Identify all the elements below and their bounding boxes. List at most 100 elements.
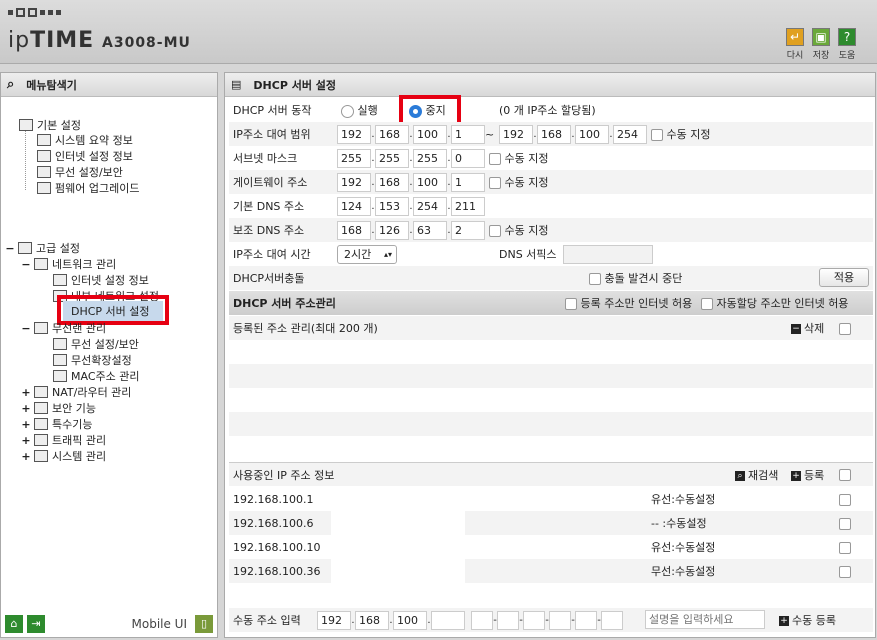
mac-octet[interactable] — [497, 610, 519, 630]
in-use-checkbox[interactable] — [839, 517, 851, 530]
tree-traffic[interactable]: + 트래픽 관리 — [21, 432, 106, 448]
expand-icon: + — [21, 417, 31, 431]
ip-octet[interactable]: 254 — [613, 124, 647, 144]
lease-time-select[interactable]: 2시간 ▴▾ — [337, 245, 397, 264]
expand-icon: + — [21, 401, 31, 415]
in-use-checkbox[interactable] — [839, 493, 851, 506]
gateway-manual-checkbox[interactable]: 수동 지정 — [489, 174, 548, 190]
delete-button[interactable]: − 삭제 — [791, 320, 824, 336]
registered-empty-row — [229, 436, 873, 460]
ip-octet[interactable]: 1 — [451, 172, 485, 192]
mac-octet[interactable] — [523, 610, 545, 630]
ip-octet[interactable]: 255 — [413, 148, 447, 168]
in-use-checkbox[interactable] — [839, 565, 851, 578]
in-use-row: 192.168.100.10 유선:수동설정 — [229, 535, 873, 559]
ip-octet[interactable]: 192 — [499, 124, 533, 144]
radio-icon — [341, 104, 354, 118]
mac-octet[interactable] — [575, 610, 597, 630]
tree-item-wireless-setup[interactable]: 무선 설정/보안 — [53, 336, 139, 352]
registered-select-all[interactable] — [839, 322, 851, 335]
conflict-label: DHCP서버충돌 — [233, 272, 305, 285]
tree-item-system-summary[interactable]: 시스템 요약 정보 — [37, 132, 133, 148]
run-radio[interactable]: 실행 — [341, 102, 378, 118]
ip-octet[interactable]: 168 — [375, 172, 409, 192]
reg-only-checkbox[interactable]: 등록 주소만 인터넷 허용 — [565, 295, 692, 311]
mac-octet[interactable] — [601, 610, 623, 630]
tree-item-internet-info[interactable]: 인터넷 설정 정보 — [37, 148, 133, 164]
registered-header: 등록된 주소 관리(최대 200 개) − 삭제 — [229, 316, 873, 340]
ip-octet[interactable]: 0 — [451, 148, 485, 168]
ip-octet[interactable] — [431, 610, 465, 630]
tree-basic-settings[interactable]: 기본 설정 — [19, 117, 81, 133]
tree-item-firmware-upgrade[interactable]: 펌웨어 업그레이드 — [37, 180, 139, 196]
tree-wireless-management[interactable]: − 무선랜 관리 — [21, 320, 106, 336]
ip-octet[interactable]: 168 — [337, 220, 371, 240]
ip-octet[interactable]: 100 — [575, 124, 609, 144]
ip-octet[interactable]: 255 — [337, 148, 371, 168]
rescan-button[interactable]: ⌕ 재검색 — [735, 467, 778, 483]
tree-item-internet-setup[interactable]: 인터넷 설정 정보 — [53, 272, 149, 288]
ip-octet[interactable]: 192 — [317, 610, 351, 630]
tree-wireless-label: 무선랜 관리 — [52, 322, 107, 335]
mac-octet[interactable] — [471, 610, 493, 630]
ip-octet[interactable]: 63 — [413, 220, 447, 240]
ip-octet[interactable]: 100 — [413, 124, 447, 144]
in-use-select-all[interactable] — [839, 468, 851, 481]
ip-octet[interactable]: 124 — [337, 196, 371, 216]
header: ipTIME A3008-MU ↵ 다시 ▣ 저장 ? 도움 — [0, 0, 877, 64]
description-input[interactable] — [645, 610, 765, 629]
ip-octet[interactable]: 255 — [375, 148, 409, 168]
help-button[interactable]: ? 도움 — [836, 28, 858, 61]
in-use-checkbox[interactable] — [839, 541, 851, 554]
expand-icon: + — [21, 433, 31, 447]
tree-item-wireless-security[interactable]: 무선 설정/보안 — [37, 164, 123, 180]
save-button[interactable]: ▣ 저장 — [810, 28, 832, 61]
tree-special[interactable]: + 특수기능 — [21, 416, 92, 432]
tree-label: 시스템 요약 정보 — [55, 134, 133, 147]
ip-octet[interactable]: 100 — [393, 610, 427, 630]
system-icon — [34, 450, 48, 462]
reload-button[interactable]: ↵ 다시 — [784, 28, 806, 61]
ip-octet[interactable]: 168 — [375, 124, 409, 144]
mac-octet[interactable] — [549, 610, 571, 630]
dns2-manual-checkbox[interactable]: 수동 지정 — [489, 222, 548, 238]
subnet-manual-checkbox[interactable]: 수동 지정 — [489, 150, 548, 166]
ip-octet[interactable]: 211 — [451, 196, 485, 216]
auto-only-checkbox[interactable]: 자동할당 주소만 인터넷 허용 — [701, 295, 848, 311]
mobile-icon[interactable]: ▯ — [195, 615, 213, 633]
ip-octet[interactable]: 254 — [413, 196, 447, 216]
dhcp-settings-panel: ▤ DHCP 서버 설정 DHCP 서버 동작 실행 중지 (0 개 IP주소 … — [224, 72, 876, 638]
apply-button[interactable]: 적용 — [819, 268, 869, 287]
home-icon[interactable]: ⌂ — [5, 615, 23, 633]
tree-advanced-settings[interactable]: − 고급 설정 — [5, 240, 80, 256]
tree-security[interactable]: + 보안 기능 — [21, 400, 96, 416]
router-icon — [34, 386, 48, 398]
in-use-type: -- :수동설정 — [651, 517, 707, 530]
dns-suffix-input[interactable] — [563, 245, 653, 264]
dns-suffix-label: DNS 서픽스 — [499, 248, 557, 261]
ip-octet[interactable]: 100 — [413, 172, 447, 192]
ip-octet[interactable]: 168 — [355, 610, 389, 630]
conflict-stop-checkbox[interactable]: 충돌 발견시 중단 — [589, 270, 682, 286]
ip-octet[interactable]: 126 — [375, 220, 409, 240]
ip-octet[interactable]: 192 — [337, 124, 371, 144]
rescan-label: 재검색 — [748, 468, 779, 482]
ip-octet[interactable]: 168 — [537, 124, 571, 144]
ip-octet[interactable]: 2 — [451, 220, 485, 240]
tree-nat-router[interactable]: + NAT/라우터 관리 — [21, 384, 131, 400]
lease-manual-checkbox[interactable]: 수동 지정 — [651, 126, 710, 142]
tree-item-mac-management[interactable]: MAC주소 관리 — [53, 368, 139, 384]
ip-octet[interactable]: 192 — [337, 172, 371, 192]
tree-label: 인터넷 설정 정보 — [71, 274, 149, 287]
ip-octet[interactable]: 1 — [451, 124, 485, 144]
register-button[interactable]: + 등록 — [791, 467, 824, 483]
tree-item-wireless-extend[interactable]: 무선확장설정 — [53, 352, 132, 368]
ip-octet[interactable]: 153 — [375, 196, 409, 216]
tree-system[interactable]: + 시스템 관리 — [21, 448, 106, 464]
chart-icon — [37, 134, 51, 146]
in-use-ip: 192.168.100.10 — [233, 540, 321, 554]
logout-icon[interactable]: ⇥ — [27, 615, 45, 633]
manual-register-button[interactable]: + 수동 등록 — [779, 612, 836, 628]
tree-network-management[interactable]: − 네트워크 관리 — [21, 256, 116, 272]
mobile-ui-link[interactable]: Mobile UI — [132, 617, 188, 631]
